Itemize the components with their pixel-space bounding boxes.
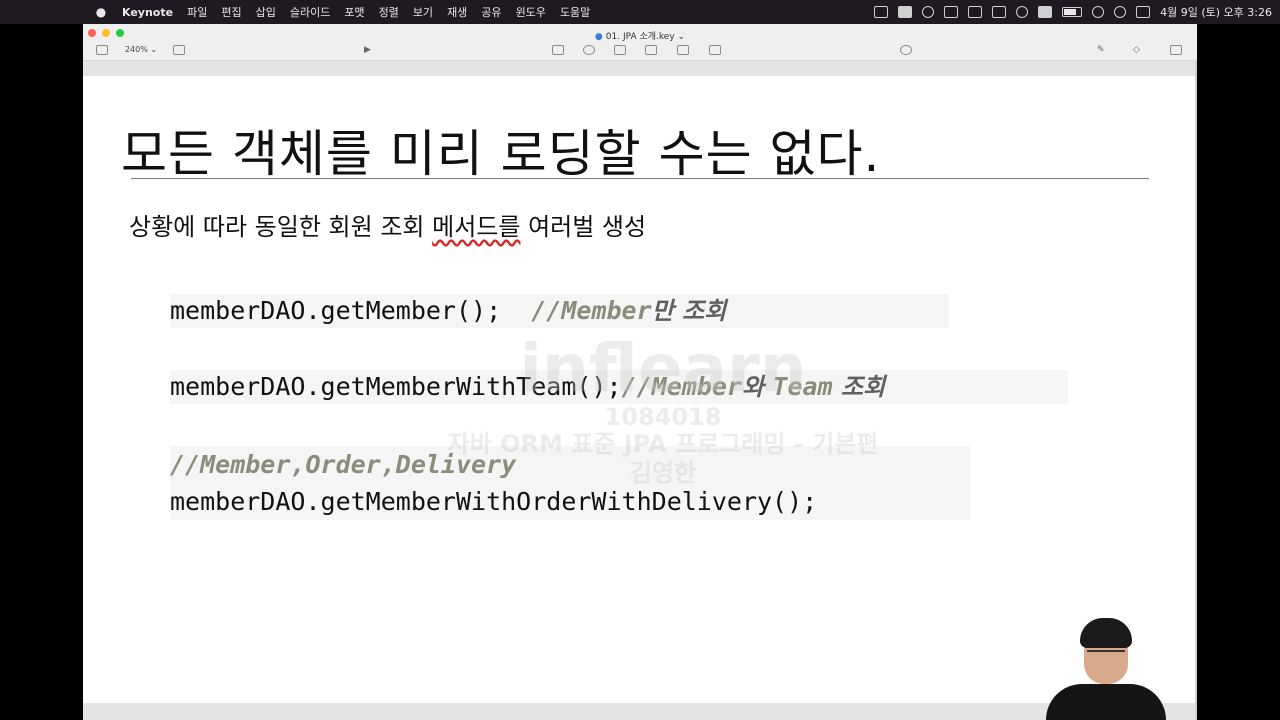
- slide-subtitle[interactable]: 상황에 따라 동일한 회원 조회 메서드를 여러벌 생성: [129, 207, 646, 242]
- volume-icon[interactable]: [992, 6, 1007, 18]
- text-box-icon: [614, 44, 626, 55]
- code-comment-korean: 만 조회: [651, 297, 727, 325]
- menu-help[interactable]: 도움말: [560, 4, 590, 20]
- collaborate-icon: [900, 44, 912, 55]
- format-button[interactable]: ✎: [1097, 44, 1105, 55]
- toolbar: 240% ⌄ ▶ ✎ ◇: [83, 40, 1197, 60]
- view-sidebar-button[interactable]: [96, 44, 108, 55]
- menu-file[interactable]: 파일: [187, 4, 207, 20]
- play-button[interactable]: ▶: [364, 44, 371, 55]
- menu-format[interactable]: 포맷: [344, 4, 364, 20]
- code-comment-team: Team: [772, 372, 833, 401]
- code-comment: //Member: [531, 296, 652, 325]
- play-icon: ▶: [364, 44, 371, 55]
- code-block-get-member-with-order-with-delivery[interactable]: //Member,Order,Delivery memberDAO.getMem…: [170, 446, 970, 520]
- watermark-user-id: 1084018: [604, 403, 722, 431]
- text-button[interactable]: [614, 44, 626, 55]
- table-button[interactable]: [552, 44, 564, 55]
- subtitle-suffix: 여러벌 생성: [520, 213, 647, 241]
- code-comment-korean-2: 조회: [832, 373, 886, 401]
- wifi-icon[interactable]: [1092, 6, 1105, 18]
- table-icon: [552, 44, 564, 55]
- comment-button[interactable]: [709, 44, 721, 55]
- minimize-window-button[interactable]: [102, 29, 110, 37]
- menu-insert[interactable]: 삽입: [256, 4, 276, 20]
- presenter-hair: [1080, 618, 1132, 648]
- collaborate-button[interactable]: [900, 44, 912, 55]
- canvas-bottom-area: [83, 703, 1197, 720]
- document-button[interactable]: [1170, 44, 1182, 55]
- title-bar: ● 01. JPA 소개.key ⌄: [83, 24, 1197, 42]
- apple-menu-icon[interactable]: ●: [94, 5, 108, 19]
- shape-button[interactable]: [645, 44, 657, 55]
- keynote-window: ● 01. JPA 소개.key ⌄ 240% ⌄ ▶ ✎ ◇ 모든 객체를 미리…: [83, 24, 1197, 720]
- close-window-button[interactable]: [88, 29, 96, 37]
- presenter-body: [1046, 684, 1166, 720]
- code-comment: //Member: [621, 372, 742, 401]
- globe-icon[interactable]: [922, 6, 935, 18]
- text-input-icon[interactable]: [944, 6, 959, 18]
- animate-button[interactable]: ◇: [1133, 44, 1140, 55]
- media-icon: [677, 44, 689, 55]
- menu-edit[interactable]: 편집: [221, 4, 241, 20]
- code-comment: //Member,Order,Delivery: [170, 450, 517, 479]
- menu-bar: ● Keynote 파일 편집 삽입 슬라이드 포맷 정렬 보기 재생 공유 윈…: [0, 0, 1280, 24]
- sidebar-icon: [96, 44, 108, 55]
- code-block-get-member[interactable]: memberDAO.getMember(); //Member만 조회: [170, 294, 949, 328]
- slide[interactable]: 모든 객체를 미리 로딩할 수는 없다. 상황에 따라 동일한 회원 조회 메서…: [83, 76, 1197, 703]
- menu-window[interactable]: 윈도우: [516, 4, 546, 20]
- code-text: memberDAO.getMemberWithTeam();: [170, 372, 622, 401]
- code-comment-korean: 와: [741, 373, 773, 401]
- slide-canvas[interactable]: 모든 객체를 미리 로딩할 수는 없다. 상황에 따라 동일한 회원 조회 메서…: [83, 61, 1197, 720]
- status-area: 4월 9일 (토) 오후 3:26: [874, 0, 1272, 24]
- presenter-webcam: [1044, 614, 1168, 720]
- menu-view[interactable]: 보기: [413, 4, 433, 20]
- menu-arrange[interactable]: 정렬: [379, 4, 399, 20]
- title-divider: [131, 178, 1149, 179]
- slide-title[interactable]: 모든 객체를 미리 로딩할 수는 없다.: [121, 114, 880, 186]
- presenter-glasses: [1087, 650, 1125, 660]
- screen-record-icon[interactable]: [874, 6, 889, 18]
- chart-button[interactable]: [583, 44, 595, 55]
- chart-icon: [583, 44, 595, 55]
- menu-play[interactable]: 재생: [447, 4, 467, 20]
- app-status-icon[interactable]: [898, 6, 913, 18]
- menu-app-keynote[interactable]: Keynote: [122, 6, 173, 19]
- code-text: memberDAO.getMemberWithOrderWithDelivery…: [170, 487, 818, 516]
- media-button[interactable]: [677, 44, 689, 55]
- shape-icon: [645, 44, 657, 55]
- paintbrush-icon: ✎: [1097, 44, 1105, 55]
- document-icon-button: [1170, 44, 1182, 55]
- subtitle-prefix: 상황에 따라 동일한 회원 조회: [129, 213, 433, 241]
- window-icon[interactable]: [968, 6, 983, 18]
- animate-icon: ◇: [1133, 44, 1140, 55]
- spotlight-search-icon[interactable]: [1114, 6, 1127, 18]
- canvas-scrollbar[interactable]: [1195, 61, 1197, 720]
- menu-share[interactable]: 공유: [481, 4, 501, 20]
- control-center-icon[interactable]: [1136, 6, 1151, 18]
- menu-slide[interactable]: 슬라이드: [290, 4, 330, 20]
- window-controls: [88, 29, 124, 37]
- add-slide-icon: [173, 44, 185, 55]
- subtitle-misspelled-word: 메서드를: [432, 213, 521, 241]
- add-slide-button[interactable]: [173, 44, 185, 55]
- code-block-get-member-with-team[interactable]: memberDAO.getMemberWithTeam();//Member와 …: [170, 370, 1068, 404]
- menubar-clock[interactable]: 4월 9일 (토) 오후 3:26: [1160, 4, 1272, 20]
- battery-icon[interactable]: [1062, 7, 1083, 17]
- comment-icon: [709, 44, 721, 55]
- fullscreen-window-button[interactable]: [116, 29, 124, 37]
- zoom-select[interactable]: 240% ⌄: [123, 44, 159, 55]
- input-source-icon[interactable]: [1038, 6, 1053, 18]
- zoom-value: 240%: [124, 45, 148, 54]
- code-text: memberDAO.getMember();: [170, 296, 517, 325]
- bluetooth-icon[interactable]: [1016, 6, 1029, 18]
